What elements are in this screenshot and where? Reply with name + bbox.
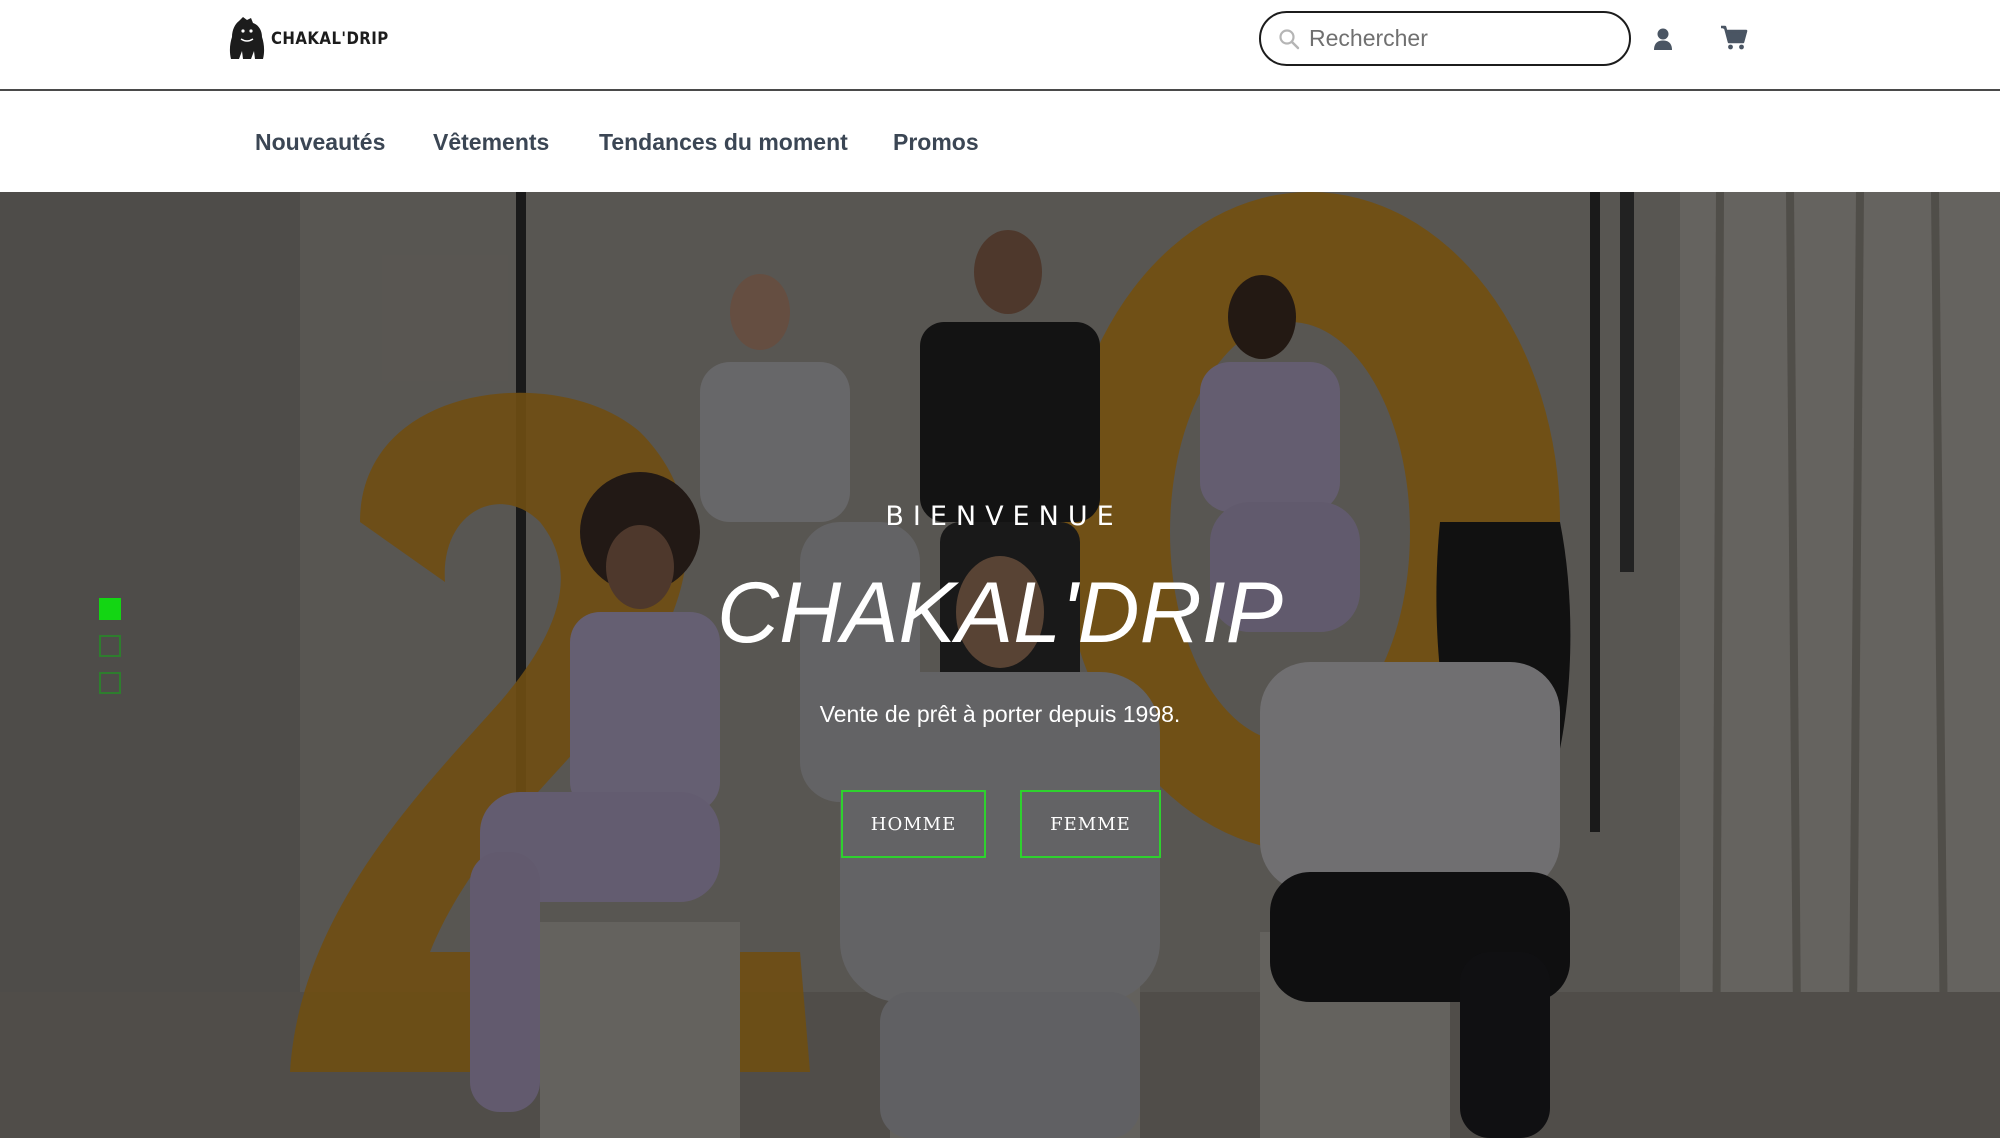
site-header: CHAKAL'DRIP <box>0 0 2000 91</box>
brand-logo[interactable]: CHAKAL'DRIP <box>229 17 405 61</box>
nav-item-promos[interactable]: Promos <box>893 129 979 156</box>
homme-button[interactable]: HOMME <box>841 790 986 858</box>
main-nav: Nouveautés Vêtements Tendances du moment… <box>0 91 2000 192</box>
cart-icon[interactable] <box>1720 25 1748 51</box>
nav-item-nouveautes[interactable]: Nouveautés <box>255 129 385 156</box>
user-icon[interactable] <box>1652 27 1674 51</box>
hero-title: CHAKAL'DRIP <box>716 565 1283 661</box>
nav-item-vetements[interactable]: Vêtements <box>433 129 549 156</box>
hero-banner: BIENVENUE CHAKAL'DRIP Vente de prêt à po… <box>0 192 2000 1138</box>
brand-name: CHAKAL'DRIP <box>271 29 389 49</box>
gorilla-logo-icon <box>229 17 265 59</box>
search-input[interactable] <box>1309 25 1609 52</box>
hero-kicker: BIENVENUE <box>885 501 1123 532</box>
hero-subtitle: Vente de prêt à porter depuis 1998. <box>819 701 1181 727</box>
nav-item-tendances[interactable]: Tendances du moment <box>599 129 848 156</box>
search-bar[interactable] <box>1259 11 1631 66</box>
hero-dark-overlay <box>0 192 2000 1138</box>
slide-dot-3[interactable] <box>99 672 121 694</box>
femme-button[interactable]: FEMME <box>1020 790 1161 858</box>
search-icon <box>1277 27 1301 51</box>
